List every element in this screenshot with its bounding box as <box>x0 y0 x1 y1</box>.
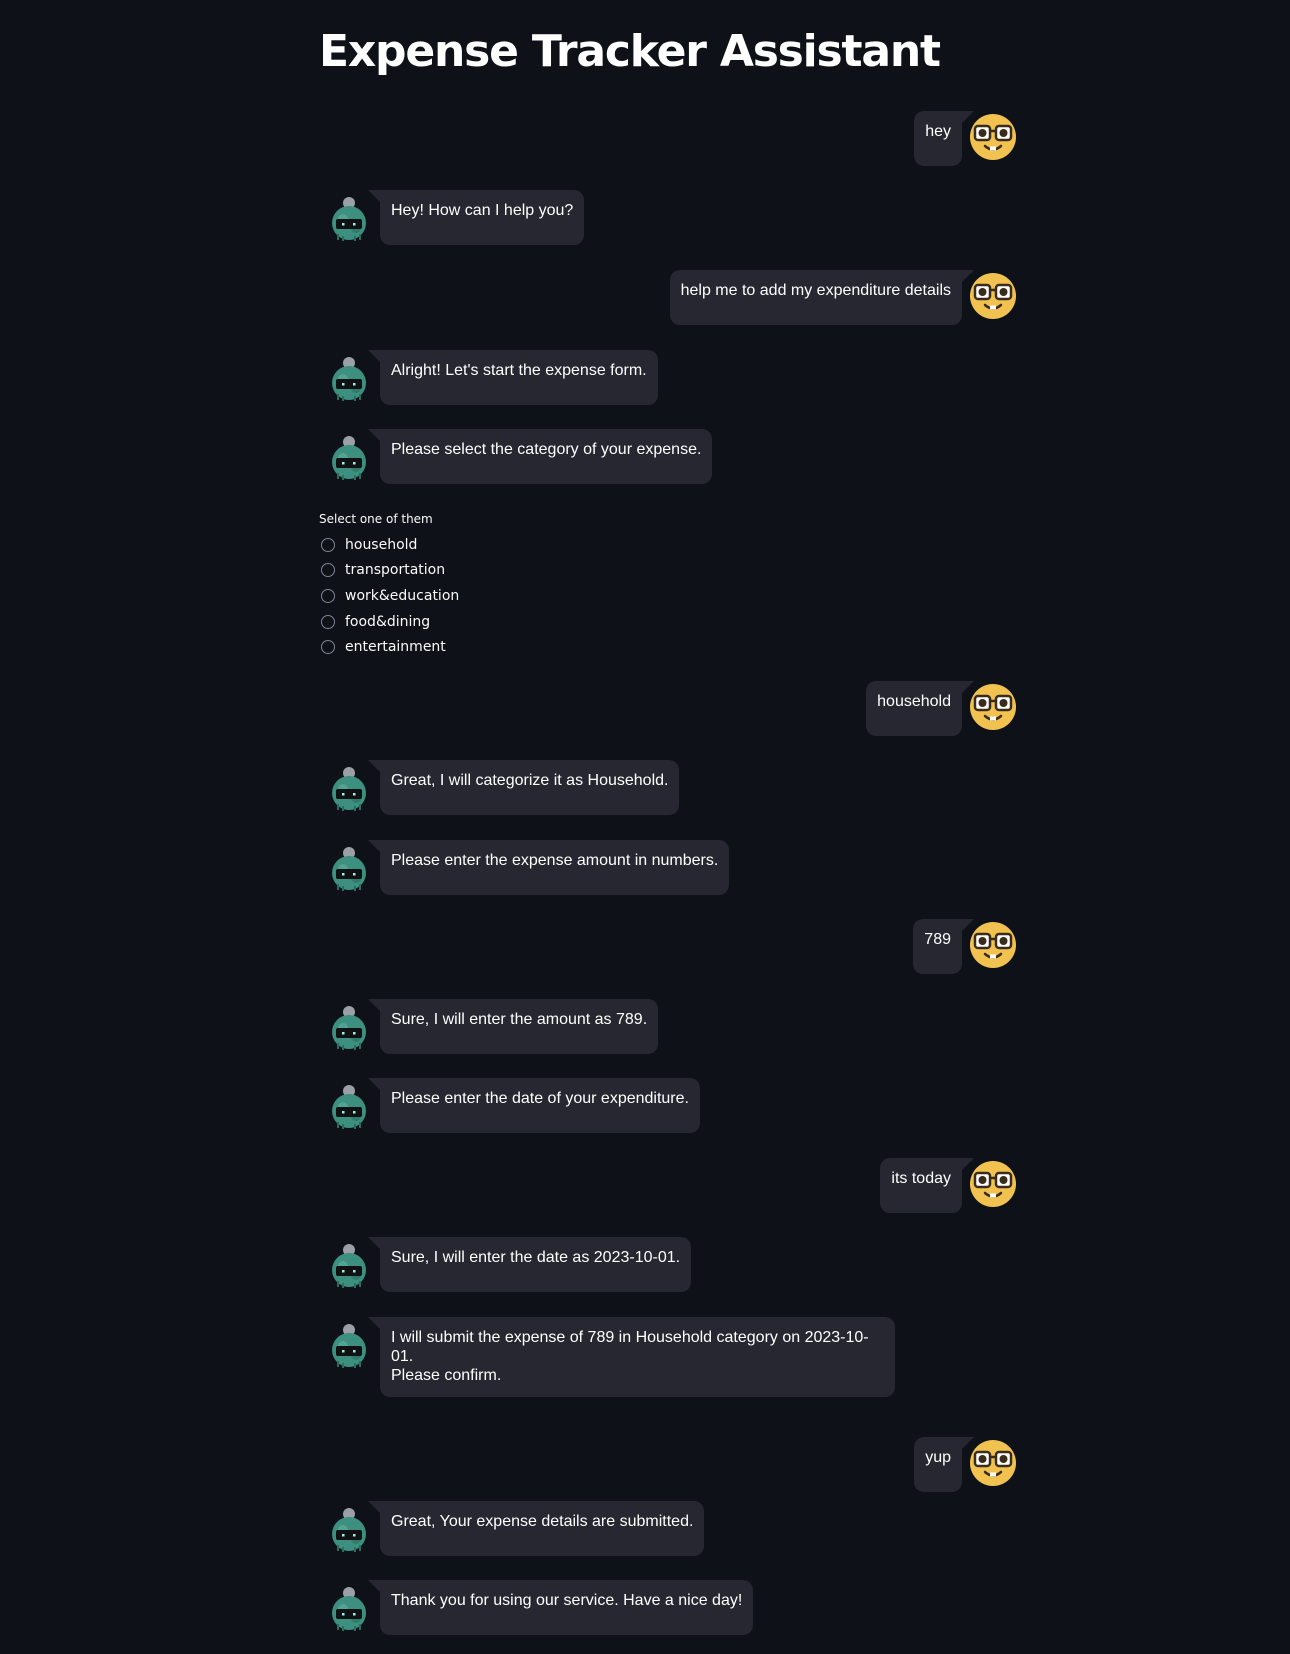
radio-circle-icon[interactable] <box>321 588 335 603</box>
message-bubble: Thank you for using our service. Have a … <box>367 1580 754 1635</box>
radio-option-transportation[interactable]: transportation <box>319 558 459 584</box>
message-bubble: Hey! How can I help you? <box>367 190 585 245</box>
user-message: household <box>319 681 1019 742</box>
robot-icon <box>325 1584 373 1632</box>
radio-circle-icon[interactable] <box>321 563 335 578</box>
message-bubble: Great, Your expense details are submitte… <box>367 1501 705 1556</box>
message-bubble: its today <box>880 1158 974 1213</box>
assistant-message: Sure, I will enter the date as 2023-10-0… <box>319 1237 1019 1298</box>
radio-option-label: entertainment <box>345 639 446 656</box>
robot-icon <box>325 194 373 242</box>
robot-icon <box>325 1003 373 1051</box>
assistant-message: Alright! Let's start the expense form. <box>319 350 1019 411</box>
nerd-face-icon <box>969 921 1017 969</box>
robot-icon <box>325 844 373 892</box>
message-bubble: Please enter the date of your expenditur… <box>368 1078 700 1133</box>
robot-icon <box>325 1082 373 1130</box>
radio-option-label: work&education <box>345 587 460 604</box>
user-message: hey <box>319 111 1019 172</box>
assistant-message: Sure, I will enter the amount as 789. <box>319 999 1019 1060</box>
nerd-face-icon <box>969 683 1017 731</box>
radio-option-work-education[interactable]: work&education <box>319 583 459 609</box>
assistant-message: Hey! How can I help you? <box>319 190 1019 251</box>
radio-option-household[interactable]: household <box>319 532 459 558</box>
message-bubble: Great, I will categorize it as Household… <box>367 760 680 815</box>
message-bubble: Please select the category of your expen… <box>367 429 713 484</box>
assistant-message: Please select the category of your expen… <box>319 429 1019 490</box>
user-message: its today <box>319 1158 1019 1219</box>
message-bubble: Sure, I will enter the date as 2023-10-0… <box>367 1237 692 1292</box>
assistant-message: Please enter the date of your expenditur… <box>319 1078 1019 1139</box>
category-radio-group: Select one of them household transportat… <box>319 512 459 660</box>
user-message: yup <box>319 1437 1019 1498</box>
radio-circle-icon[interactable] <box>321 614 335 629</box>
assistant-message: I will submit the expense of 789 in Hous… <box>319 1317 1019 1403</box>
message-bubble: help me to add my expenditure details <box>669 270 975 325</box>
assistant-message: Thank you for using our service. Have a … <box>319 1580 1019 1641</box>
message-bubble: I will submit the expense of 789 in Hous… <box>368 1317 895 1397</box>
robot-icon <box>325 1321 373 1369</box>
nerd-face-icon <box>969 1160 1017 1208</box>
message-bubble: Alright! Let's start the expense form. <box>368 350 658 405</box>
robot-icon <box>325 433 373 481</box>
user-message: help me to add my expenditure details <box>319 270 1019 331</box>
main-content: Expense Tracker Assistant hey Hey! How c… <box>319 0 1019 1654</box>
radio-option-label: food&dining <box>345 613 431 630</box>
robot-icon <box>325 1241 373 1289</box>
message-bubble: Please enter the expense amount in numbe… <box>367 840 730 895</box>
nerd-face-icon <box>969 113 1017 161</box>
user-message: 789 <box>319 919 1019 980</box>
robot-icon <box>325 1505 373 1553</box>
nerd-face-icon <box>969 1439 1017 1487</box>
nerd-face-icon <box>969 272 1017 320</box>
radio-circle-icon[interactable] <box>321 537 335 552</box>
page-title: Expense Tracker Assistant <box>319 26 941 77</box>
message-bubble: 789 <box>913 919 974 974</box>
message-bubble: Sure, I will enter the amount as 789. <box>367 999 659 1054</box>
radio-group-label: Select one of them <box>319 512 433 526</box>
assistant-message: Please enter the expense amount in numbe… <box>319 840 1019 901</box>
robot-icon <box>325 764 373 812</box>
radio-circle-icon[interactable] <box>321 640 335 655</box>
message-bubble: household <box>866 681 974 736</box>
radio-option-label: transportation <box>345 562 446 579</box>
radio-option-label: household <box>345 536 418 553</box>
robot-icon <box>325 354 373 402</box>
radio-option-entertainment[interactable]: entertainment <box>319 634 459 660</box>
assistant-message: Great, I will categorize it as Household… <box>319 760 1019 821</box>
radio-option-food-dining[interactable]: food&dining <box>319 609 459 635</box>
message-bubble: yup <box>914 1437 974 1492</box>
assistant-message: Great, Your expense details are submitte… <box>319 1501 1019 1562</box>
message-bubble: hey <box>914 111 974 166</box>
